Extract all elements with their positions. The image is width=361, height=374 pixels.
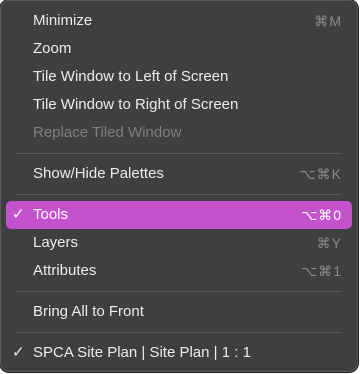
menu-separator — [16, 153, 342, 154]
menu-item-label: Show/Hide Palettes — [33, 165, 164, 182]
shortcut-label: ⌘M — [314, 13, 342, 29]
window-menu: Minimize ⌘M Zoom Tile Window to Left of … — [0, 0, 358, 372]
menu-item-attributes[interactable]: Attributes ⌥⌘1 — [6, 257, 352, 285]
menu-item-label: Minimize — [33, 12, 93, 29]
menu-item-label: SPCA Site Plan | Site Plan | 1 : 1 — [33, 344, 251, 361]
menu-separator — [16, 291, 342, 292]
menu-item-label: Tile Window to Left of Screen — [33, 68, 229, 85]
menu-item-bring-all-to-front[interactable]: Bring All to Front — [6, 298, 352, 326]
menu-item-label: Tile Window to Right of Screen — [33, 96, 239, 113]
menu-item-replace-tiled-window: Replace Tiled Window — [6, 119, 352, 147]
checkmark-icon: ✓ — [12, 206, 25, 223]
menu-item-label: Tools — [33, 206, 69, 223]
menu-item-tools[interactable]: ✓ Tools ⌥⌘0 — [6, 201, 352, 229]
menu-item-layers[interactable]: Layers ⌘Y — [6, 229, 352, 257]
menu-item-label: Bring All to Front — [33, 303, 144, 320]
menu-item-minimize[interactable]: Minimize ⌘M — [6, 7, 352, 35]
shortcut-label: ⌥⌘K — [299, 166, 342, 182]
menu-item-label: Attributes — [33, 262, 97, 279]
menu-item-label: Layers — [33, 234, 79, 251]
menu-item-zoom[interactable]: Zoom — [6, 35, 352, 63]
shortcut-label: ⌥⌘1 — [301, 263, 342, 279]
menu-separator — [16, 194, 342, 195]
menu-item-show-hide-palettes[interactable]: Show/Hide Palettes ⌥⌘K — [6, 160, 352, 188]
menu-item-label: Zoom — [33, 40, 72, 57]
menu-item-tile-right[interactable]: Tile Window to Right of Screen — [6, 91, 352, 119]
shortcut-label: ⌥⌘0 — [301, 207, 342, 223]
menu-item-label: Replace Tiled Window — [33, 124, 182, 141]
checkmark-icon: ✓ — [12, 344, 25, 361]
menu-item-window-spca-site-plan[interactable]: ✓ SPCA Site Plan | Site Plan | 1 : 1 — [6, 339, 352, 367]
shortcut-label: ⌘Y — [316, 235, 342, 251]
menu-item-tile-left[interactable]: Tile Window to Left of Screen — [6, 63, 352, 91]
menu-separator — [16, 332, 342, 333]
